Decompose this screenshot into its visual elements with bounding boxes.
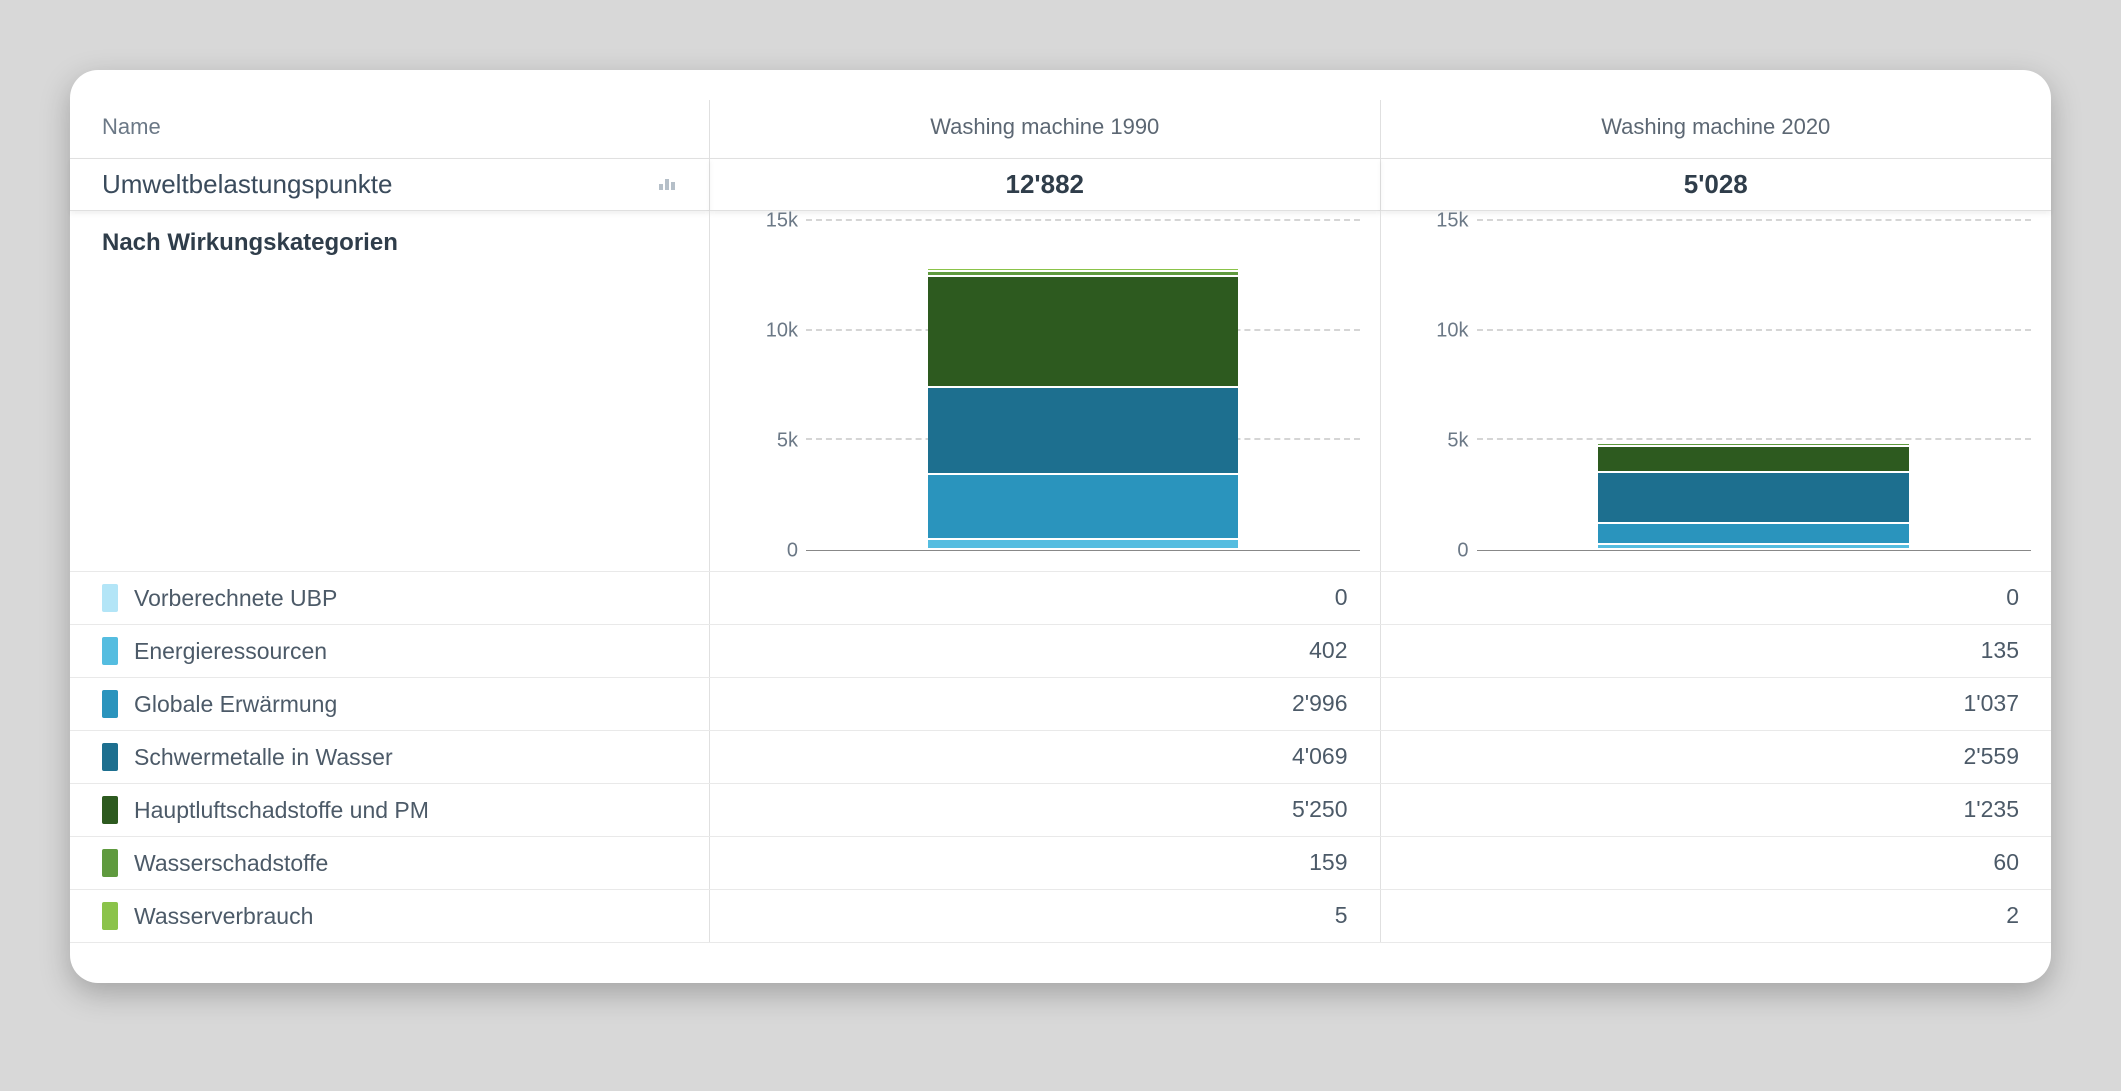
col-header-product-2: Washing machine 2020	[1381, 100, 2052, 158]
plot-area	[806, 221, 1360, 551]
category-label: Globale Erwärmung	[134, 691, 337, 718]
bar-segment	[928, 386, 1238, 473]
bar-segment	[1598, 548, 1909, 550]
stacked-bar-chart-2: 05k10k15k	[1421, 221, 2032, 551]
category-value-2: 1'235	[1381, 784, 2052, 836]
y-tick-label: 5k	[1447, 430, 1468, 453]
y-tick-label: 0	[1457, 540, 1468, 563]
bar-segment	[928, 473, 1238, 537]
y-tick-label: 15k	[766, 210, 798, 233]
bar-chart-icon[interactable]	[659, 174, 677, 195]
legend-swatch	[102, 902, 118, 930]
table-header-row: Name Washing machine 1990 Washing machin…	[70, 100, 2051, 158]
stacked-bar	[1598, 440, 1909, 550]
col-header-name: Name	[70, 100, 710, 158]
category-label: Wasserschadstoffe	[134, 850, 328, 877]
category-value-1: 2'996	[710, 678, 1381, 730]
y-axis: 05k10k15k	[750, 221, 806, 551]
chart-row: Nach Wirkungskategorien 0 5k 10k 15k 0 5k 10k…	[70, 211, 2051, 571]
category-label: Wasserverbrauch	[134, 903, 313, 930]
bar-segment	[928, 275, 1238, 386]
legend-table: Vorberechnete UBP00Energieressourcen4021…	[70, 571, 2051, 943]
col-header-product-1: Washing machine 1990	[710, 100, 1381, 158]
category-name-cell: Globale Erwärmung	[70, 678, 710, 730]
y-tick-label: 10k	[1436, 320, 1468, 343]
chart-cell-1: 0 5k 10k 15k	[710, 211, 1381, 571]
grid-line	[1477, 219, 2032, 221]
metric-value-2: 5'028	[1381, 158, 2052, 211]
category-value-2: 135	[1381, 625, 2052, 677]
category-name-cell: Schwermetalle in Wasser	[70, 731, 710, 783]
section-label: Nach Wirkungskategorien	[70, 211, 710, 571]
legend-swatch	[102, 849, 118, 877]
comparison-card: Name Washing machine 1990 Washing machin…	[70, 70, 2051, 983]
category-value-1: 4'069	[710, 731, 1381, 783]
grid-line	[1477, 329, 2032, 331]
table-row: Globale Erwärmung 2'9961'037	[70, 678, 2051, 731]
category-label: Schwermetalle in Wasser	[134, 744, 393, 771]
grid-line	[806, 219, 1360, 221]
bar-segment	[928, 538, 1238, 548]
category-label: Hauptluftschadstoffe und PM	[134, 797, 429, 824]
bar-segment	[928, 548, 1238, 550]
table-row: Wasserverbrauch 52	[70, 890, 2051, 943]
legend-swatch	[102, 690, 118, 718]
category-name-cell: Wasserverbrauch	[70, 890, 710, 942]
legend-swatch	[102, 584, 118, 612]
y-tick-label: 0	[787, 540, 798, 563]
category-value-1: 402	[710, 625, 1381, 677]
chart-cell-2: 0 5k 10k 15k	[1381, 211, 2052, 571]
bar-segment	[1598, 522, 1909, 544]
plot-area	[1477, 221, 2032, 551]
legend-swatch	[102, 743, 118, 771]
bar-segment	[1598, 471, 1909, 522]
stacked-bar	[928, 267, 1238, 550]
y-tick-label: 5k	[777, 430, 798, 453]
stacked-bar-chart-1: 05k10k15k	[750, 221, 1360, 551]
legend-swatch	[102, 637, 118, 665]
category-value-1: 159	[710, 837, 1381, 889]
table-row: Energieressourcen 402135	[70, 625, 2051, 678]
category-label: Energieressourcen	[134, 638, 327, 665]
table-row: Schwermetalle in Wasser 4'0692'559	[70, 731, 2051, 784]
category-value-1: 0	[710, 572, 1381, 624]
category-name-cell: Hauptluftschadstoffe und PM	[70, 784, 710, 836]
category-value-2: 2	[1381, 890, 2052, 942]
category-label: Vorberechnete UBP	[134, 585, 337, 612]
metric-label-cell: Umweltbelastungspunkte	[70, 158, 710, 211]
y-tick-label: 15k	[1436, 210, 1468, 233]
legend-swatch	[102, 796, 118, 824]
category-name-cell: Energieressourcen	[70, 625, 710, 677]
y-tick-label: 10k	[766, 320, 798, 343]
category-value-1: 5	[710, 890, 1381, 942]
bar-segment	[1598, 445, 1909, 471]
metric-label: Umweltbelastungspunkte	[102, 169, 393, 200]
category-value-2: 1'037	[1381, 678, 2052, 730]
category-name-cell: Vorberechnete UBP	[70, 572, 710, 624]
metric-row: Umweltbelastungspunkte 12'882 5'028	[70, 158, 2051, 211]
category-value-2: 60	[1381, 837, 2052, 889]
table-row: Wasserschadstoffe 15960	[70, 837, 2051, 890]
table-row: Hauptluftschadstoffe und PM 5'2501'235	[70, 784, 2051, 837]
metric-value-1: 12'882	[710, 158, 1381, 211]
category-value-2: 2'559	[1381, 731, 2052, 783]
table-row: Vorberechnete UBP 00	[70, 571, 2051, 625]
category-name-cell: Wasserschadstoffe	[70, 837, 710, 889]
category-value-1: 5'250	[710, 784, 1381, 836]
category-value-2: 0	[1381, 572, 2052, 624]
y-axis: 05k10k15k	[1421, 221, 1477, 551]
